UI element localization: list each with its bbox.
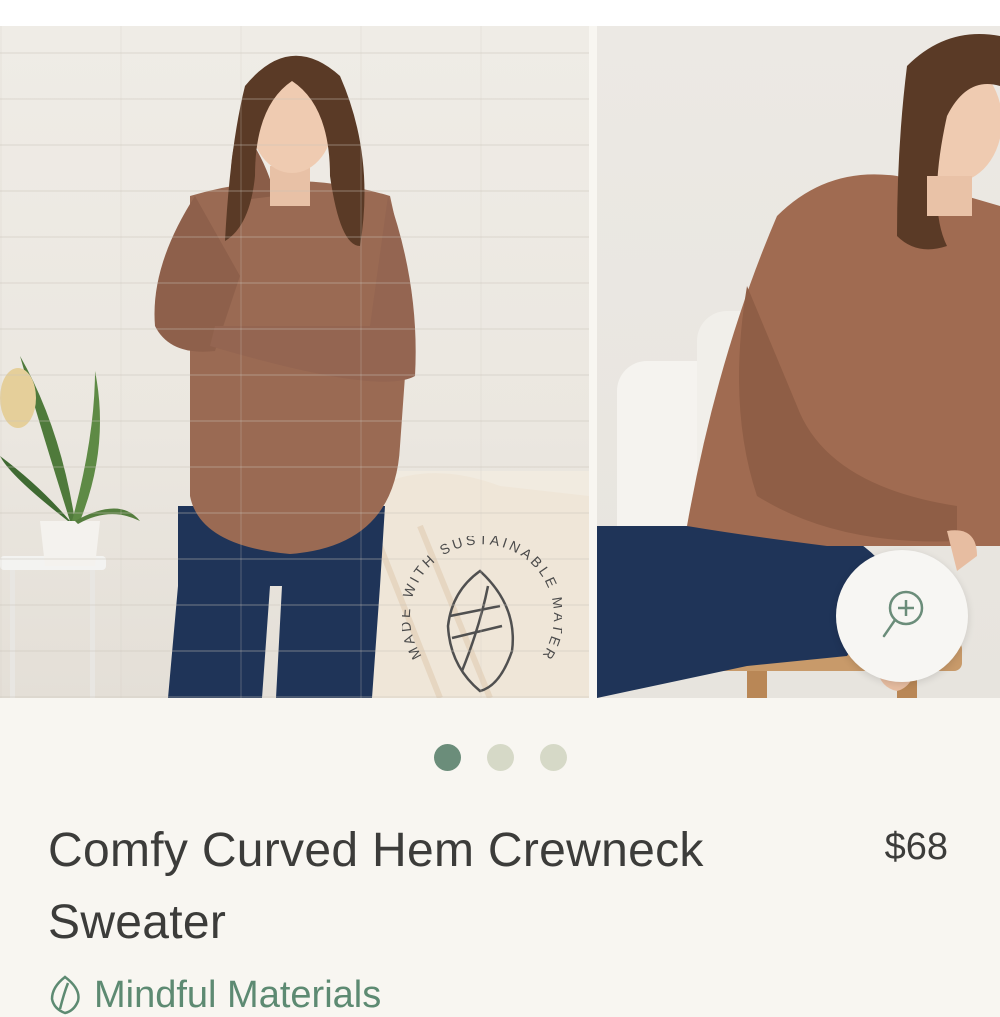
svg-text:MADE WITH SUSTAINABLE MATERIAL: MADE WITH SUSTAINABLE MATERIALS [402, 536, 562, 665]
product-image-1[interactable]: MADE WITH SUSTAINABLE MATERIALS [0, 26, 589, 698]
product-image-carousel[interactable]: MADE WITH SUSTAINABLE MATERIALS [0, 26, 1000, 698]
product-title: Comfy Curved Hem Crewneck Sweater [48, 824, 704, 949]
top-bar [0, 0, 1000, 26]
zoom-button[interactable] [836, 550, 968, 682]
carousel-dot-3[interactable] [539, 744, 567, 771]
sustainable-badge-text: MADE WITH SUSTAINABLE MATERIALS [402, 536, 562, 665]
zoom-in-icon [882, 590, 924, 638]
carousel-dot-1[interactable] [433, 744, 461, 771]
carousel-pagination [0, 744, 1000, 772]
product-price: $68 [884, 826, 948, 868]
carousel-dot-2[interactable] [486, 744, 514, 771]
leaf-icon [50, 975, 80, 1015]
mindful-materials-tag[interactable]: Mindful Materials [48, 973, 382, 1016]
mindful-materials-label: Mindful Materials [94, 973, 382, 1016]
